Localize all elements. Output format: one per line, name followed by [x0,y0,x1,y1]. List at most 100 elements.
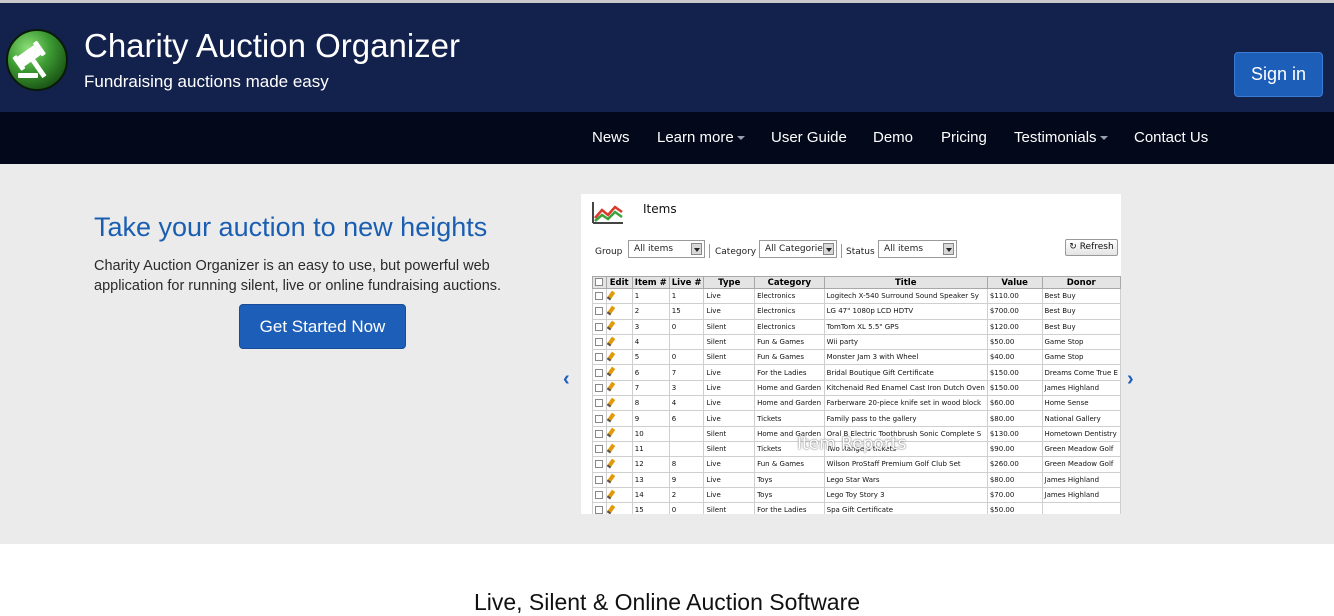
table-row[interactable]: 13 9 Live Toys Lego Star Wars $80.00 James Hig… [592,471,1121,488]
row-select-cell[interactable] [592,456,607,473]
table-row[interactable]: 8 4 Live Home and Garden Farberware 20-piece… [592,395,1121,412]
nav-item-user-guide[interactable]: User Guide [771,112,847,164]
pencil-icon[interactable] [607,382,615,392]
checkbox-icon[interactable] [595,338,603,347]
pencil-icon[interactable] [607,412,615,423]
checkbox-icon[interactable] [595,506,603,514]
row-select-cell[interactable] [592,303,607,320]
nav-item-news[interactable]: News [592,112,630,164]
row-select-cell[interactable] [592,379,607,397]
row-select-cell[interactable] [592,502,607,514]
row-edit-cell[interactable] [605,303,633,320]
row-edit-cell[interactable] [605,364,633,381]
pencil-icon[interactable] [607,366,615,377]
row-edit-cell[interactable] [605,379,633,397]
row-edit-cell[interactable] [605,471,633,488]
row-edit-cell[interactable] [605,502,633,514]
row-select-cell[interactable] [592,440,607,458]
column-header[interactable]: Donor [1041,276,1121,289]
pencil-icon[interactable] [607,320,615,331]
checkbox-icon[interactable] [595,445,603,454]
checkbox-icon[interactable] [595,353,603,362]
gavel-logo-icon[interactable] [6,29,68,91]
table-row[interactable]: 9 6 Live Tickets Family pass to the gallery $… [592,410,1121,427]
table-row[interactable]: 5 0 Silent Fun & Games Monster Jam 3 with Wh… [592,349,1121,366]
column-header[interactable]: Title [823,276,988,289]
checkbox-icon[interactable] [595,460,603,469]
get-started-button[interactable]: Get Started Now [239,304,406,349]
pencil-icon[interactable] [607,336,615,346]
checkbox-icon[interactable] [595,491,603,499]
row-select-cell[interactable] [592,486,607,504]
checkbox-icon[interactable] [595,399,603,408]
checkbox-icon[interactable] [595,368,603,377]
table-row[interactable]: 4 Silent Fun & Games Wii party $50.00 Game St… [592,333,1121,351]
column-header[interactable]: Value [986,276,1043,289]
checkbox-icon[interactable] [595,322,603,331]
column-header[interactable]: Item # [631,276,670,289]
row-select-cell[interactable] [592,349,607,366]
status-filter-select[interactable]: All items [878,240,957,258]
row-select-cell[interactable] [592,410,607,427]
table-row[interactable]: 2 15 Live Electronics LG 47" 1080p LCD HDTV $… [592,303,1121,320]
row-edit-cell[interactable] [605,349,633,366]
row-edit-cell[interactable] [605,456,633,473]
row-edit-cell[interactable] [605,333,633,351]
pencil-icon[interactable] [607,427,615,438]
row-select-cell[interactable] [592,471,607,488]
nav-item-demo[interactable]: Demo [873,112,913,164]
row-select-cell[interactable] [592,333,607,351]
table-row[interactable]: 6 7 Live For the Ladies Bridal Boutique Gift… [592,364,1121,381]
nav-item-pricing[interactable]: Pricing [941,112,987,164]
chevron-right-icon[interactable]: › [1127,368,1134,391]
column-header[interactable]: Category [754,276,825,289]
chevron-left-icon[interactable]: ‹ [563,368,570,391]
checkbox-icon[interactable] [595,429,603,438]
table-row[interactable]: 7 3 Live Home and Garden Kitchenaid Red Enam… [592,379,1121,397]
table-row[interactable]: 1 1 Live Electronics Logitech X-540 Surround… [592,287,1121,305]
row-edit-cell[interactable] [605,410,633,427]
group-filter-select[interactable]: All items [628,240,705,258]
table-row[interactable]: 3 0 Silent Electronics TomTom XL 5.5" GPS $12… [592,318,1121,335]
pencil-icon[interactable] [607,305,615,316]
carousel-slide[interactable]: Items Group All items Category All Categ… [581,194,1121,514]
checkbox-icon[interactable] [595,383,603,392]
row-select-cell[interactable] [592,364,607,381]
row-edit-cell[interactable] [605,486,633,504]
checkbox-icon[interactable] [595,307,603,316]
row-select-cell[interactable] [592,395,607,412]
select-all-header[interactable] [592,276,607,289]
checkbox-icon[interactable] [595,292,603,301]
pencil-icon[interactable] [607,504,615,514]
row-edit-cell[interactable] [605,425,633,442]
column-header[interactable]: Live # [668,276,705,289]
site-title[interactable]: Charity Auction Organizer [84,27,460,65]
table-row[interactable]: 12 8 Live Fun & Games Wilson ProStaff Premiu… [592,456,1121,473]
category-filter-select[interactable]: All Categorie [759,240,837,258]
column-header[interactable]: Edit [605,276,633,289]
column-header[interactable]: Type [703,276,756,289]
row-edit-cell[interactable] [605,287,633,305]
checkbox-icon[interactable] [595,414,603,423]
nav-item-learn-more[interactable]: Learn more [657,112,745,164]
row-edit-cell[interactable] [605,440,633,458]
pencil-icon[interactable] [607,489,615,499]
table-row[interactable]: 14 2 Live Toys Lego Toy Story 3 $70.00 James H… [592,486,1121,504]
table-row[interactable]: 15 0 Silent For the Ladies Spa Gift Certific… [592,502,1121,514]
pencil-icon[interactable] [607,473,615,484]
row-edit-cell[interactable] [605,395,633,412]
refresh-button[interactable]: ↻ Refresh [1065,239,1118,256]
nav-item-testimonials[interactable]: Testimonials [1014,112,1108,164]
nav-item-contact-us[interactable]: Contact Us [1134,112,1208,164]
row-select-cell[interactable] [592,318,607,335]
pencil-icon[interactable] [607,443,615,453]
pencil-icon[interactable] [607,458,615,469]
row-select-cell[interactable] [592,287,607,305]
pencil-icon[interactable] [607,397,615,408]
checkbox-icon[interactable] [595,475,603,484]
row-edit-cell[interactable] [605,318,633,335]
pencil-icon[interactable] [607,290,615,300]
row-select-cell[interactable] [592,425,607,442]
sign-in-button[interactable]: Sign in [1234,52,1323,97]
pencil-icon[interactable] [607,351,615,362]
